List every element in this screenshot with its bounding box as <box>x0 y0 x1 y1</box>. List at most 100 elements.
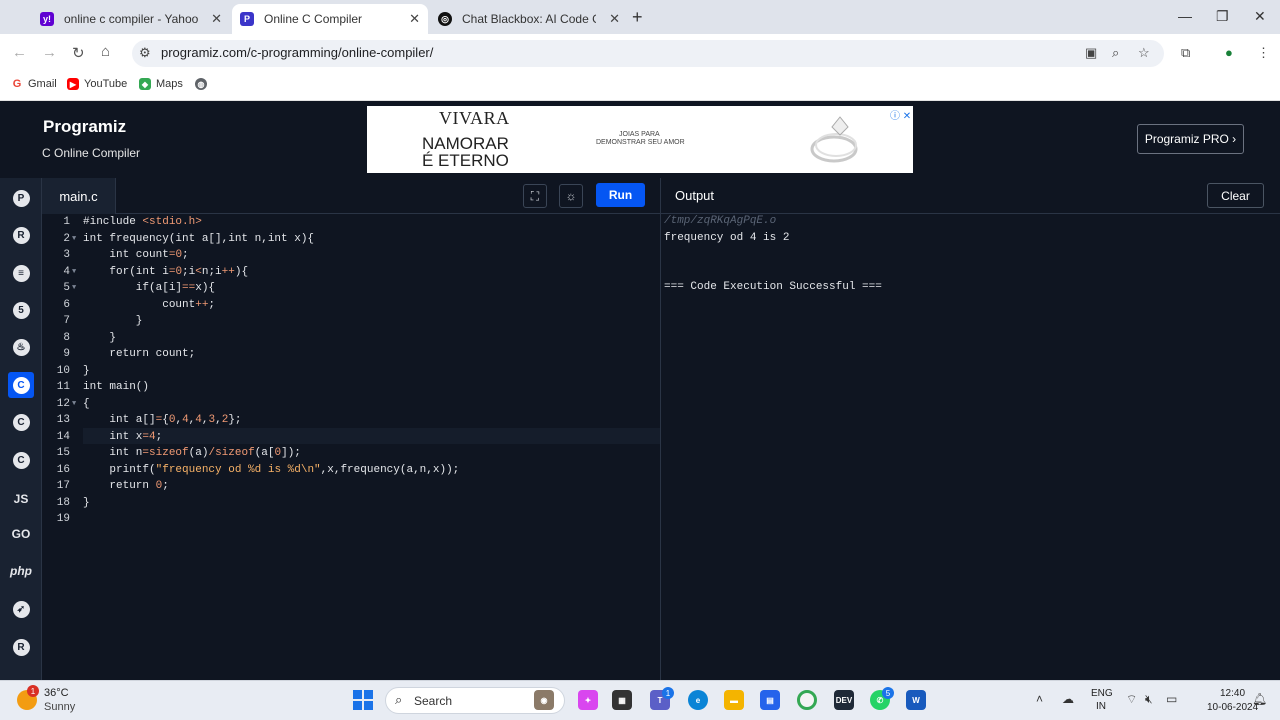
file-explorer-icon[interactable]: ▬ <box>724 690 744 710</box>
tab-online-c-compiler[interactable]: P Online C Compiler ✕ <box>232 4 428 34</box>
minimize-icon[interactable]: — <box>1178 8 1192 24</box>
wifi-icon[interactable]: ⌔ <box>1126 692 1137 707</box>
window-close-icon[interactable]: ✕ <box>1254 8 1266 25</box>
code-line[interactable]: 3 int count=0; <box>42 247 660 263</box>
close-icon[interactable]: ✕ <box>211 11 222 27</box>
site-info-icon[interactable]: ⚙ <box>139 45 151 61</box>
fold-arrow-icon[interactable]: ▼ <box>72 280 76 296</box>
code-line[interactable]: 6 count++; <box>42 297 660 313</box>
tray-chevron-icon[interactable]: ˄ <box>1036 692 1043 706</box>
code-line[interactable]: 5 ▼ if(a[i]==x){ <box>42 280 660 296</box>
language-java[interactable]: ♨ <box>8 334 34 360</box>
fullscreen-icon[interactable]: ⛶ <box>523 184 547 208</box>
code-line[interactable]: 9 return count; <box>42 346 660 362</box>
home-icon[interactable]: ⌂ <box>101 43 110 60</box>
code-line[interactable]: 8 } <box>42 330 660 346</box>
bookmark-globe[interactable]: ◍ <box>195 78 212 90</box>
code-line[interactable]: 12 ▼ { <box>42 396 660 412</box>
menu-icon[interactable]: ⋮ <box>1257 45 1270 61</box>
zoom-icon[interactable]: ⌕ <box>1112 45 1119 61</box>
fold-arrow-icon[interactable]: ▼ <box>72 264 76 280</box>
programiz-pro-button[interactable]: Programiz PRO › <box>1137 124 1244 154</box>
task-view-icon[interactable]: ▦ <box>612 690 632 710</box>
output-tmp-path: /tmp/zqRKqAgPqE.o <box>664 215 777 227</box>
language-cpp[interactable]: C <box>8 409 34 435</box>
code-text: int count=0; <box>83 249 189 261</box>
language-javascript[interactable]: JS <box>8 486 34 512</box>
word-icon[interactable]: W <box>906 690 926 710</box>
language-swift[interactable]: ➶ <box>8 596 34 622</box>
language-label[interactable]: ENG <box>1091 688 1113 699</box>
panel-divider[interactable] <box>660 178 661 680</box>
code-line[interactable]: 7 } <box>42 313 660 329</box>
reload-icon[interactable]: ↻ <box>72 44 85 62</box>
language-csharp[interactable]: C <box>8 447 34 473</box>
region-label[interactable]: IN <box>1096 701 1106 712</box>
tab-blackbox[interactable]: ◎ Chat Blackbox: AI Code Generat ✕ <box>430 4 628 34</box>
code-line[interactable]: 10} <box>42 363 660 379</box>
clock-date[interactable]: 10-06-2024 <box>1207 702 1258 713</box>
tab-yahoo-search[interactable]: y! online c compiler - Yahoo India ✕ <box>32 4 230 34</box>
code-line[interactable]: 16 printf("frequency od %d is %d\n",x,fr… <box>42 462 660 478</box>
onedrive-icon[interactable]: ☁ <box>1062 692 1074 706</box>
battery-icon[interactable]: ▭ <box>1166 692 1177 706</box>
language-rust[interactable]: R <box>8 634 34 660</box>
language-r[interactable]: R <box>8 222 34 248</box>
clear-button[interactable]: Clear <box>1207 183 1264 208</box>
back-icon[interactable]: ← <box>12 44 27 61</box>
code-line[interactable]: 11 int main() <box>42 379 660 395</box>
cookie-blocked-icon[interactable]: ▣ <box>1085 45 1097 61</box>
fold-arrow-icon[interactable]: ▼ <box>72 396 76 412</box>
volume-muted-icon[interactable]: 🔇︎ <box>1145 692 1153 707</box>
extensions-icon[interactable]: ⧉ <box>1181 45 1190 61</box>
weather-condition[interactable]: Sunny <box>44 701 75 713</box>
language-php[interactable]: php <box>8 558 34 584</box>
weather-temp[interactable]: 36°C <box>44 687 69 699</box>
run-button[interactable]: Run <box>596 183 645 207</box>
code-line[interactable]: 13 int a[]={0,4,4,3,2}; <box>42 412 660 428</box>
clock-time[interactable]: 12:40 <box>1220 688 1245 699</box>
language-html[interactable]: 5 <box>8 297 34 323</box>
bookmark-youtube[interactable]: ▶ YouTube <box>67 78 127 90</box>
code-line[interactable]: 19 <box>42 511 660 527</box>
bookmark-star-icon[interactable]: ☆ <box>1138 45 1150 61</box>
ad-close-icon[interactable]: ⓘ ✕ <box>890 107 911 122</box>
code-line[interactable]: 15 int n=sizeof(a)/sizeof(a[0]); <box>42 445 660 461</box>
bookmark-gmail[interactable]: G Gmail <box>11 78 57 90</box>
bookmarks-bar <box>0 72 1280 101</box>
store-icon[interactable]: ▤ <box>760 690 780 710</box>
file-tab-main-c[interactable]: main.c <box>42 178 116 214</box>
notification-bell-icon[interactable]: 🔔︎ <box>1252 692 1267 706</box>
language-go[interactable]: GO <box>8 521 34 547</box>
programiz-logo[interactable]: Programiz <box>43 117 126 137</box>
new-tab-icon[interactable]: + <box>632 7 643 28</box>
widget-icon[interactable]: ◉ <box>534 690 554 710</box>
copilot-icon[interactable]: ✦ <box>578 690 598 710</box>
code-line[interactable]: 1 #include <stdio.h> <box>42 214 660 230</box>
bookmark-maps[interactable]: ◆ Maps <box>139 78 183 90</box>
profile-icon[interactable]: ● <box>1225 45 1233 60</box>
fold-arrow-icon[interactable]: ▼ <box>72 231 76 247</box>
theme-toggle-icon[interactable]: ☼ <box>559 184 583 208</box>
close-icon[interactable]: ✕ <box>609 11 620 27</box>
code-line[interactable]: 14 int x=4; <box>42 429 660 445</box>
forward-icon[interactable]: → <box>42 44 57 61</box>
taskbar-search-label[interactable]: Search <box>414 694 452 708</box>
language-python[interactable]: P <box>8 185 34 211</box>
code-line[interactable]: 4 ▼ for(int i=0;i<n;i++){ <box>42 264 660 280</box>
edge-icon[interactable]: e <box>688 690 708 710</box>
code-line[interactable]: 18} <box>42 495 660 511</box>
language-c[interactable]: C <box>8 372 34 398</box>
code-line[interactable]: 2 ▼ int frequency(int a[],int n,int x){ <box>42 231 660 247</box>
language-sql[interactable]: ≡ <box>8 260 34 286</box>
windows-start-icon[interactable] <box>353 690 373 710</box>
ad-tagline-2: DEMONSTRAR SEU AMOR <box>596 139 685 146</box>
line-number: 11 <box>56 381 70 393</box>
globe-icon: ◍ <box>195 78 207 90</box>
code-line[interactable]: 17 return 0; <box>42 478 660 494</box>
url-text[interactable]: programiz.com/c-programming/online-compi… <box>161 45 433 60</box>
chrome-icon[interactable] <box>797 690 817 710</box>
restore-icon[interactable]: ❐ <box>1216 8 1229 25</box>
devcpp-icon[interactable]: DEV <box>834 690 854 710</box>
close-icon[interactable]: ✕ <box>409 11 420 27</box>
